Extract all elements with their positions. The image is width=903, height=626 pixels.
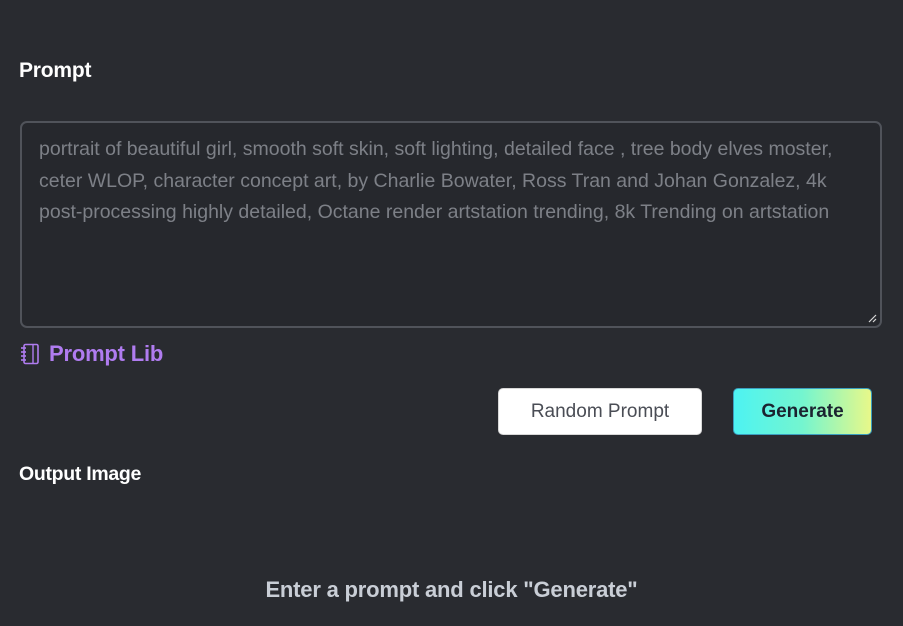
page: Prompt portrait of beautiful girl, smoot… <box>0 0 903 626</box>
prompt-lib-link[interactable]: Prompt Lib <box>20 341 163 367</box>
prompt-heading: Prompt <box>19 59 92 82</box>
generate-button[interactable]: Generate <box>733 388 872 435</box>
prompt-text: portrait of beautiful girl, smooth soft … <box>39 138 833 223</box>
notebook-icon <box>21 343 39 365</box>
output-image-heading: Output Image <box>19 463 142 485</box>
resize-grip-icon[interactable] <box>868 314 877 323</box>
prompt-lib-label: Prompt Lib <box>49 341 164 366</box>
random-prompt-button[interactable]: Random Prompt <box>498 388 702 435</box>
prompt-textarea[interactable]: portrait of beautiful girl, smooth soft … <box>20 121 882 328</box>
output-empty-message: Enter a prompt and click "Generate" <box>265 577 638 602</box>
